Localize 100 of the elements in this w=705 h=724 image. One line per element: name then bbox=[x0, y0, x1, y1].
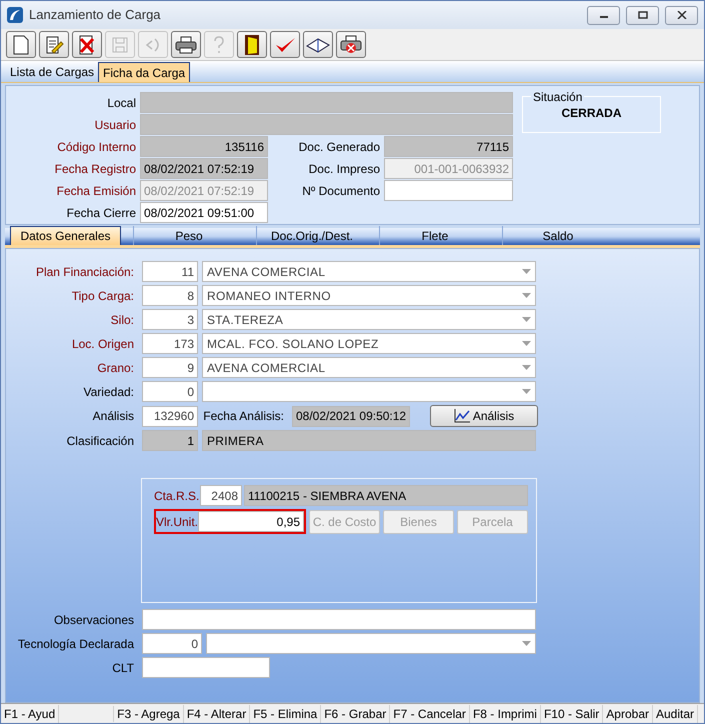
dropdown-arrow-icon bbox=[522, 641, 531, 646]
print-icon bbox=[175, 36, 197, 54]
field-label: Fecha Registro bbox=[54, 160, 137, 178]
date-field[interactable]: 08/02/2021 09:50:12 bbox=[292, 406, 410, 426]
status-bar-item[interactable]: Aprobar bbox=[603, 704, 653, 722]
field-label: CLT bbox=[111, 660, 135, 676]
tab[interactable]: Datos Generales bbox=[10, 226, 121, 245]
status-bar-item[interactable]: F6 - Grabar bbox=[321, 704, 390, 722]
field-label: Cta.R.S. bbox=[154, 488, 198, 504]
unit-value-field[interactable]: 0,95 bbox=[198, 511, 304, 532]
field-label: Local bbox=[106, 94, 137, 112]
field-label: Loc. Origen bbox=[70, 336, 135, 352]
toolbar-button[interactable] bbox=[6, 31, 36, 58]
code-field[interactable]: 0 bbox=[142, 633, 202, 654]
code-field[interactable]: 1 bbox=[142, 430, 198, 451]
notes-field[interactable] bbox=[142, 609, 536, 630]
status-bar-item[interactable]: F4 - Alterar bbox=[184, 704, 250, 722]
field-label: Análisis bbox=[92, 408, 135, 425]
dropdown-field[interactable]: PRIMERA bbox=[202, 430, 536, 451]
chart-icon bbox=[454, 409, 470, 423]
maximize-button[interactable] bbox=[626, 6, 659, 24]
checkmark-icon bbox=[274, 36, 296, 54]
status-bar-item[interactable]: Auditar bbox=[653, 704, 698, 722]
dropdown-arrow-icon bbox=[522, 365, 531, 370]
dropdown-arrow-icon bbox=[522, 341, 531, 346]
field-label: Doc. Generado bbox=[298, 138, 381, 156]
toolbar-button[interactable] bbox=[171, 31, 201, 58]
status-bar-item[interactable]: F10 - Salir bbox=[540, 704, 604, 722]
field-label: Fecha Análisis: bbox=[202, 408, 285, 425]
code-field[interactable]: 3 bbox=[142, 309, 198, 330]
text-field[interactable]: 08/02/2021 09:51:00 bbox=[140, 202, 268, 223]
field-label: Variedad: bbox=[82, 384, 135, 400]
dropdown-field[interactable]: STA.TEREZA bbox=[202, 309, 536, 330]
text-field[interactable] bbox=[140, 92, 513, 113]
code-field[interactable]: 173 bbox=[142, 333, 198, 354]
field-label: Observaciones bbox=[52, 612, 135, 628]
field-label: Fecha Emisión bbox=[56, 182, 137, 200]
field-label: Grano: bbox=[96, 360, 135, 376]
field-label: Tecnología Declarada bbox=[16, 636, 135, 652]
field-label: Plan Financiación: bbox=[34, 264, 135, 280]
code-field[interactable]: 132960 bbox=[142, 406, 198, 426]
minimize-button[interactable] bbox=[587, 6, 620, 24]
text-field[interactable]: 77115 bbox=[384, 136, 513, 157]
toolbar-button[interactable] bbox=[237, 31, 267, 58]
field-label: Nº Documento bbox=[301, 182, 381, 200]
dropdown-arrow-icon bbox=[522, 269, 531, 274]
field-label: Doc. Impreso bbox=[308, 160, 381, 178]
help-question-icon bbox=[212, 36, 226, 54]
field-label: Usuario bbox=[94, 116, 137, 134]
field-label: Fecha Cierre bbox=[66, 204, 137, 222]
window-title: Lanzamiento de Carga bbox=[29, 6, 162, 24]
dropdown-field[interactable]: MCAL. FCO. SOLANO LOPEZ bbox=[202, 333, 536, 354]
field-label: Silo: bbox=[110, 312, 135, 328]
text-field[interactable]: 08/02/2021 07:52:19 bbox=[140, 158, 268, 179]
delete-document-icon bbox=[78, 34, 96, 54]
field-label: Vlr.Unit. bbox=[156, 514, 198, 530]
status-bar-item[interactable]: F3 - Agrega bbox=[114, 704, 184, 722]
analysis-button[interactable]: Análisis bbox=[430, 405, 538, 427]
status-value: CERRADA bbox=[562, 105, 622, 122]
field-label: Tipo Carga: bbox=[70, 288, 135, 304]
new-document-icon bbox=[12, 34, 30, 54]
dropdown-field[interactable] bbox=[202, 381, 536, 402]
text-field[interactable]: 135116 bbox=[140, 136, 268, 157]
dropdown-field[interactable]: AVENA COMERCIAL bbox=[202, 261, 536, 282]
tab[interactable]: Ficha da Carga bbox=[98, 62, 190, 82]
dropdown-arrow-icon bbox=[522, 389, 531, 394]
dropdown-field[interactable]: AVENA COMERCIAL bbox=[202, 357, 536, 378]
code-field[interactable]: 2408 bbox=[200, 485, 242, 506]
description-field[interactable]: 11100215 - SIEMBRA AVENA bbox=[244, 485, 528, 506]
maximize-icon bbox=[638, 11, 648, 19]
toolbar-button[interactable] bbox=[303, 31, 333, 58]
tab[interactable]: Flete bbox=[379, 226, 490, 245]
clt-field[interactable] bbox=[142, 657, 270, 678]
dropdown-arrow-icon bbox=[522, 293, 531, 298]
field-label: Clasificación bbox=[66, 432, 135, 450]
code-field[interactable]: 8 bbox=[142, 285, 198, 306]
text-field[interactable] bbox=[140, 114, 513, 135]
tab[interactable]: Lista de Cargas bbox=[6, 62, 98, 82]
toolbar-button[interactable] bbox=[336, 31, 366, 58]
edit-document-icon bbox=[44, 34, 64, 54]
tab[interactable]: Saldo bbox=[502, 226, 613, 245]
toolbar-button[interactable] bbox=[72, 31, 102, 58]
status-bar-item[interactable]: F1 - Ayud bbox=[1, 704, 60, 722]
dropdown-field[interactable] bbox=[206, 633, 536, 654]
tab[interactable]: Peso bbox=[133, 226, 244, 245]
code-field[interactable]: 9 bbox=[142, 357, 198, 378]
text-field[interactable] bbox=[384, 180, 513, 201]
status-bar-item[interactable]: F8 - Imprimi bbox=[470, 704, 541, 722]
dropdown-arrow-icon bbox=[522, 317, 531, 322]
status-bar-item[interactable]: F5 - Elimina bbox=[250, 704, 322, 722]
code-field[interactable]: 11 bbox=[142, 261, 198, 282]
status-bar-item[interactable]: F7 - Cancelar bbox=[390, 704, 470, 722]
toolbar-button[interactable] bbox=[39, 31, 69, 58]
app-logo-icon bbox=[7, 7, 23, 23]
exit-door-icon bbox=[244, 34, 260, 56]
tab[interactable]: Doc.Orig./Dest. bbox=[256, 226, 367, 245]
close-button[interactable] bbox=[665, 6, 698, 24]
dropdown-field[interactable]: ROMANEO INTERNO bbox=[202, 285, 536, 306]
close-icon bbox=[676, 11, 686, 19]
code-field[interactable]: 0 bbox=[142, 381, 198, 402]
